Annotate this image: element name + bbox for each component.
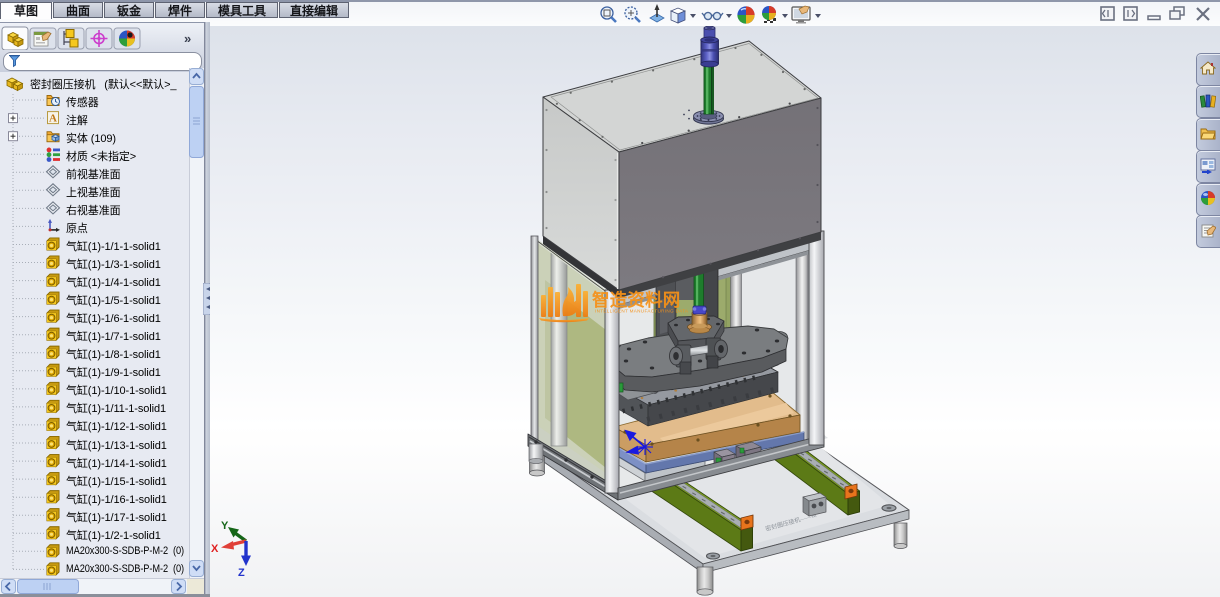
- svg-text:Y: Y: [221, 520, 229, 532]
- svg-text:Z: Z: [238, 567, 245, 579]
- svg-text:INTELLIGENT MANUFACTURING DATA: INTELLIGENT MANUFACTURING DATA: [595, 309, 689, 314]
- svg-text:A: A: [49, 113, 57, 125]
- svg-text:X: X: [211, 543, 219, 555]
